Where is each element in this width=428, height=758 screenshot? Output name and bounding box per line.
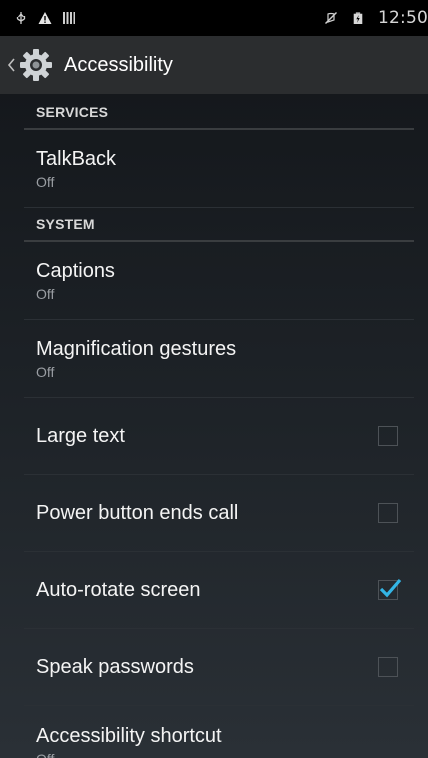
pref-title: Accessibility shortcut — [36, 725, 222, 747]
pref-title: Captions — [36, 259, 115, 282]
signal-bars-icon — [63, 12, 75, 24]
category-label: SYSTEM — [36, 216, 95, 232]
pref-title: Speak passwords — [36, 656, 194, 678]
pref-power-button-ends-call[interactable]: Power button ends call — [24, 475, 414, 552]
pref-summary: Off — [36, 750, 222, 758]
status-time: 12:50 — [378, 8, 428, 28]
checkmark-icon — [379, 578, 402, 598]
status-right: 12:50 — [324, 0, 428, 36]
pref-accessibility-shortcut[interactable]: Accessibility shortcut Off — [24, 706, 414, 758]
warning-icon — [38, 12, 52, 24]
auto-rotate-screen-checkbox[interactable] — [378, 578, 402, 600]
pref-text: Auto-rotate screen — [36, 578, 201, 602]
status-bar: 12:50 — [0, 0, 428, 36]
pref-auto-rotate-screen[interactable]: Auto-rotate screen — [24, 552, 414, 629]
muted-icon — [325, 12, 337, 24]
speak-passwords-checkbox[interactable] — [378, 657, 398, 677]
pref-text: TalkBack Off — [36, 147, 116, 191]
pref-text: Magnification gestures Off — [36, 337, 236, 381]
pref-title: Magnification gestures — [36, 337, 237, 360]
power-button-ends-call-checkbox[interactable] — [378, 503, 398, 523]
pref-text: Captions Off — [36, 259, 115, 303]
settings-gear-icon[interactable] — [18, 47, 54, 83]
battery-icon — [353, 12, 363, 24]
preferences-list: SERVICES TalkBack Off SYSTEM Captions Of… — [0, 94, 428, 758]
action-bar[interactable]: Accessibility — [0, 36, 428, 94]
pref-title: Large text — [36, 425, 125, 447]
settings-screen: 12:50 Accessibility SERVICES TalkBack Of… — [0, 0, 428, 758]
pref-large-text[interactable]: Large text — [24, 398, 414, 475]
pref-text: Large text — [36, 424, 125, 448]
category-header-services: SERVICES — [24, 94, 414, 130]
pref-title: Power button ends call — [36, 502, 239, 524]
pref-title: TalkBack — [36, 147, 117, 170]
chevron-left-icon[interactable] — [6, 57, 16, 73]
pref-speak-passwords[interactable]: Speak passwords — [24, 629, 414, 706]
usb-icon — [16, 12, 26, 24]
pref-talkback[interactable]: TalkBack Off — [24, 130, 414, 208]
pref-summary: Off — [36, 363, 55, 380]
status-left — [14, 0, 76, 36]
category-label: SERVICES — [36, 104, 109, 120]
pref-magnification-gestures[interactable]: Magnification gestures Off — [24, 320, 414, 398]
pref-summary: Off — [36, 173, 55, 190]
page-title: Accessibility — [64, 53, 173, 76]
category-header-system: SYSTEM — [24, 208, 414, 242]
pref-text: Power button ends call — [36, 501, 238, 525]
pref-summary: Off — [36, 285, 55, 302]
pref-text: Speak passwords — [36, 655, 194, 679]
pref-text: Accessibility shortcut Off — [36, 724, 222, 758]
pref-captions[interactable]: Captions Off — [24, 242, 414, 320]
large-text-checkbox[interactable] — [378, 426, 398, 446]
pref-title: Auto-rotate screen — [36, 579, 201, 601]
